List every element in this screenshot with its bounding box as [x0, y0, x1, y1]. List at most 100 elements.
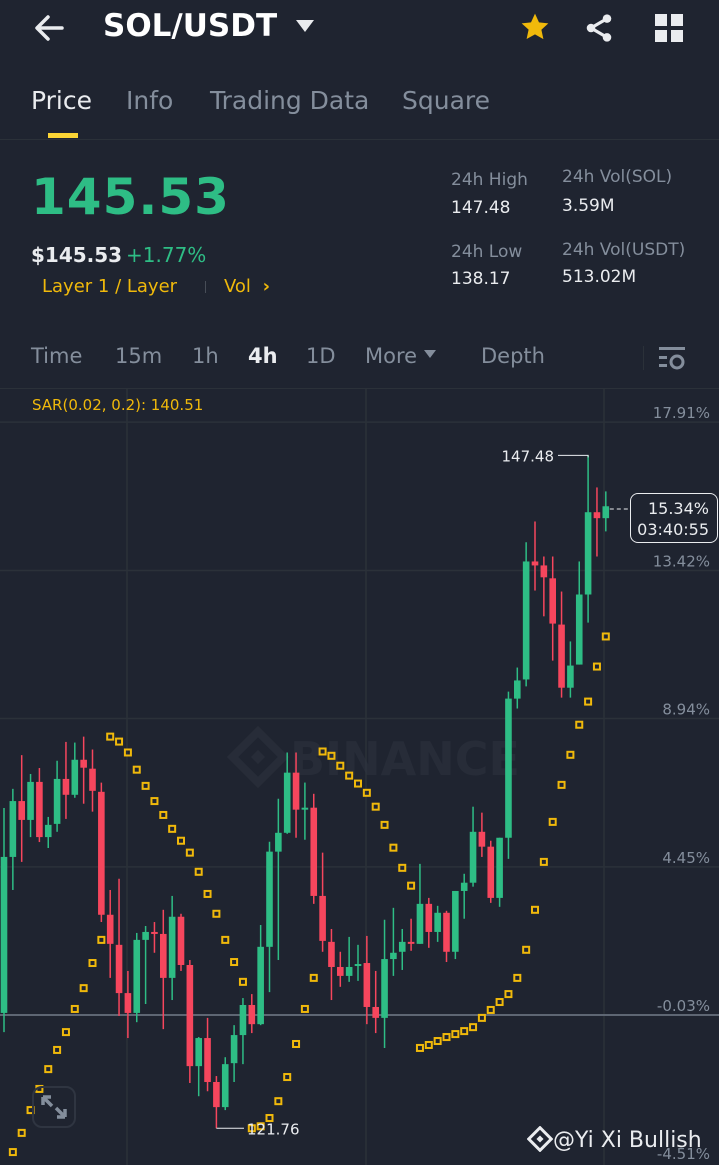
current-change: 15.34%	[647, 499, 709, 518]
sar-dot	[8, 1148, 17, 1157]
low-label: 24h Low	[451, 242, 523, 262]
bearish-candle	[213, 1081, 220, 1108]
bearish-candle	[549, 578, 556, 624]
bearish-candle	[177, 916, 185, 966]
sar-dot	[380, 820, 389, 829]
grid-icon[interactable]	[655, 14, 683, 42]
divider	[0, 139, 719, 140]
sar-dot	[177, 836, 185, 845]
high-label: 24h High	[451, 170, 528, 190]
bullish-candle	[239, 1004, 247, 1036]
chart-settings-icon[interactable]	[659, 346, 685, 372]
max-price-label: 147.48	[502, 447, 555, 465]
bearish-candle	[62, 778, 70, 795]
sar-dot	[79, 984, 88, 993]
candlestick-chart[interactable]: 17.91%13.42%8.94%4.45%-0.03%-4.51% BINAN…	[0, 389, 719, 1165]
bullish-candle	[230, 1035, 238, 1064]
bullish-candle	[71, 759, 79, 795]
bullish-candle	[602, 506, 610, 519]
bullish-candle	[266, 851, 273, 947]
vol-link-label: Vol	[224, 276, 251, 297]
sar-dot	[44, 1065, 53, 1074]
sar-dot	[486, 1005, 495, 1014]
sar-dot	[106, 732, 115, 741]
sar-dot	[194, 867, 203, 876]
tab-price[interactable]: Price	[31, 86, 92, 115]
vol-sol-value: 3.59M	[562, 196, 615, 216]
bearish-candle	[478, 831, 486, 847]
sar-dot	[17, 1128, 26, 1137]
bearish-candle	[593, 512, 601, 519]
bearish-candle	[337, 966, 344, 976]
bullish-candle	[221, 1064, 229, 1108]
sar-dot	[115, 737, 124, 746]
sar-dot	[415, 1043, 424, 1052]
vol-link[interactable]: Vol ›	[224, 276, 270, 297]
sar-dot	[442, 1033, 451, 1042]
sar-dot	[557, 780, 566, 789]
bearish-candle	[292, 772, 300, 810]
tf-4h[interactable]: 4h	[248, 344, 278, 368]
tag-separator	[205, 281, 206, 293]
tf-1h[interactable]: 1h	[192, 344, 219, 368]
bearish-candle	[98, 791, 105, 915]
author-watermark: @Yi Xi Bullish	[526, 1125, 702, 1153]
bullish-candle	[460, 882, 468, 891]
bearish-candle	[151, 931, 158, 934]
star-icon[interactable]	[518, 11, 552, 43]
bullish-candle	[354, 964, 362, 967]
sar-dot	[212, 909, 221, 918]
bullish-candle	[567, 665, 574, 688]
sar-dot	[168, 824, 177, 833]
binance-logo-icon	[526, 1125, 554, 1153]
price-change: +1.77%	[126, 243, 207, 267]
max-price-leader	[558, 454, 589, 458]
tab-trading-data[interactable]: Trading Data	[210, 86, 369, 115]
sar-dot	[539, 857, 548, 866]
bullish-candle	[575, 594, 583, 665]
tab-info[interactable]: Info	[126, 86, 173, 115]
sar-dot	[300, 1004, 309, 1013]
tf-more-label: More	[365, 344, 418, 368]
tf-more[interactable]: More	[365, 344, 437, 368]
bearish-candle	[328, 941, 335, 967]
fullscreen-button[interactable]	[32, 1086, 76, 1128]
high-value: 147.48	[451, 198, 511, 218]
tf-depth[interactable]: Depth	[481, 344, 545, 368]
bullish-candle	[584, 512, 592, 595]
share-icon[interactable]	[583, 12, 615, 44]
sar-indicator-label: SAR(0.02, 0.2): 140.51	[32, 396, 204, 414]
author-name: @Yi Xi Bullish	[553, 1128, 702, 1153]
sar-dot	[238, 977, 247, 986]
category-tag[interactable]: Layer 1 / Layer	[42, 276, 177, 297]
bullish-candle	[275, 832, 282, 852]
sar-dot	[97, 935, 106, 944]
sar-dot	[469, 1023, 478, 1032]
sar-dot	[230, 958, 239, 967]
min-price-label: 121.76	[247, 1120, 300, 1138]
y-axis-tick-label: 13.42%	[653, 552, 710, 570]
watermark-text: BINANCE	[290, 732, 520, 786]
bearish-candle	[248, 1004, 256, 1025]
sar-dot	[185, 848, 194, 857]
bearish-candle	[18, 801, 25, 820]
bearish-candle	[115, 944, 123, 994]
low-value: 138.17	[451, 269, 511, 289]
bearish-candle	[407, 941, 415, 944]
tf-1d[interactable]: 1D	[306, 344, 336, 368]
sar-dot	[70, 1004, 79, 1013]
bullish-candle	[301, 807, 309, 810]
sar-dot	[362, 788, 371, 797]
bullish-candle	[0, 856, 8, 1013]
pair-title[interactable]: SOL/USDT	[103, 8, 277, 44]
bullish-candle	[398, 941, 406, 952]
sar-dot	[150, 797, 159, 806]
tab-square[interactable]: Square	[402, 86, 490, 115]
tf-15m[interactable]: 15m	[115, 344, 162, 368]
bearish-candle	[558, 624, 565, 688]
pair-dropdown-icon[interactable]	[295, 19, 315, 33]
tf-time[interactable]: Time	[31, 344, 82, 368]
back-button[interactable]	[30, 10, 70, 46]
sar-dot	[495, 998, 504, 1007]
sar-dot	[601, 632, 610, 641]
